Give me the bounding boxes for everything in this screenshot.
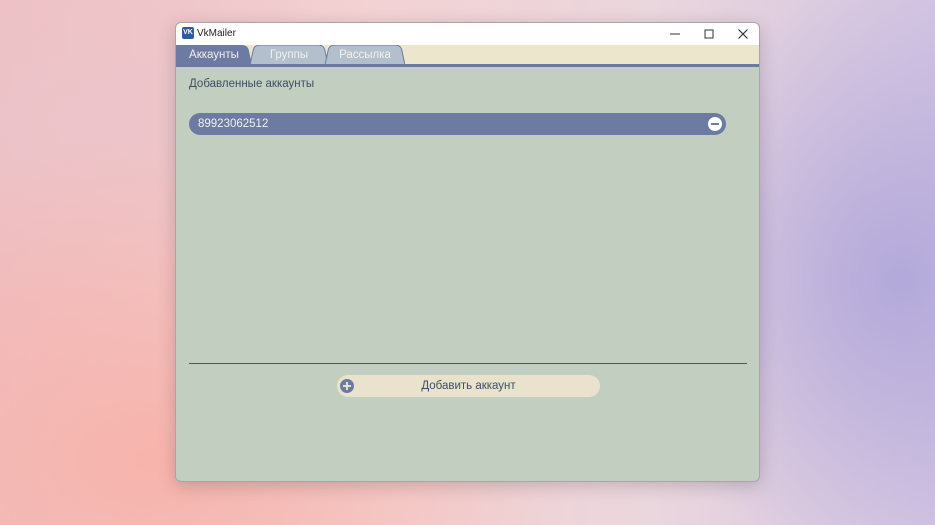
- tab-label: Рассылка: [339, 49, 391, 61]
- tab-groups[interactable]: Группы: [250, 45, 328, 65]
- section-title: Добавленные аккаунты: [189, 78, 315, 90]
- minimize-button[interactable]: [658, 23, 692, 45]
- maximize-icon: [704, 29, 714, 39]
- tab-label: Группы: [269, 49, 309, 61]
- tab-label: Аккаунты: [189, 49, 239, 61]
- minimize-icon: [670, 33, 680, 35]
- add-account-button[interactable]: Добавить аккаунт: [337, 375, 600, 397]
- add-account-label: Добавить аккаунт: [421, 380, 516, 392]
- app-window: VK VkMailer Аккаунты Группы Рассылка Доб…: [175, 22, 760, 482]
- account-item[interactable]: 89923062512: [189, 113, 726, 135]
- remove-account-icon[interactable]: [708, 117, 722, 131]
- tab-mailing[interactable]: Рассылка: [325, 45, 405, 65]
- close-button[interactable]: [726, 23, 759, 45]
- window-title: VkMailer: [197, 28, 236, 39]
- title-bar[interactable]: VK VkMailer: [176, 23, 759, 45]
- divider: [189, 363, 747, 364]
- tab-underline: [176, 64, 759, 67]
- maximize-button[interactable]: [692, 23, 726, 45]
- account-number: 89923062512: [198, 118, 269, 130]
- app-icon: VK: [182, 27, 194, 39]
- close-icon: [738, 29, 748, 39]
- tab-accounts[interactable]: Аккаунты: [176, 45, 252, 65]
